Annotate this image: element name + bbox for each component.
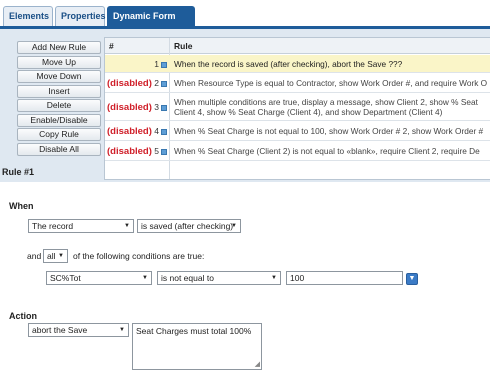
- drag-handle-icon[interactable]: [161, 61, 167, 68]
- dropdown-arrow-icon: ▼: [58, 253, 64, 259]
- insert-button[interactable]: Insert: [17, 84, 101, 98]
- disabled-label: (disabled): [107, 146, 152, 157]
- quantifier-value: all: [47, 251, 56, 261]
- rule-text: When Resource Type is equal to Contracto…: [174, 78, 488, 88]
- condition-field-select[interactable]: SC%Tot ▼: [46, 271, 152, 285]
- disabled-label: (disabled): [107, 78, 152, 89]
- table-row[interactable]: (disabled) 5 When % Seat Charge (Client …: [105, 142, 490, 161]
- action-message-textarea[interactable]: Seat Charges must total 100% ◢: [132, 323, 262, 370]
- drag-handle-icon[interactable]: [161, 104, 167, 111]
- rule-text: When % Seat Charge is not equal to 100, …: [174, 126, 484, 136]
- action-type-value: abort the Save: [32, 325, 88, 335]
- rule-text-continued: Client 4, show % Seat Charge (Client 4),…: [174, 107, 443, 117]
- action-type-select[interactable]: abort the Save ▼: [28, 323, 129, 337]
- add-new-rule-button[interactable]: Add New Rule: [17, 41, 101, 54]
- disabled-label: (disabled): [107, 126, 152, 137]
- rules-panel: Add New Rule Move Up Move Down Insert De…: [0, 29, 490, 182]
- dropdown-arrow-icon: ▼: [124, 223, 130, 229]
- delete-button[interactable]: Delete: [17, 99, 101, 112]
- action-message-text: Seat Charges must total 100%: [136, 326, 252, 336]
- column-header-rule: Rule: [174, 41, 193, 51]
- subject-value: The record: [32, 221, 74, 231]
- condition-operator-select[interactable]: is not equal to ▼: [157, 271, 281, 285]
- enable-disable-button[interactable]: Enable/Disable: [17, 113, 101, 127]
- event-select[interactable]: is saved (after checking) ▼: [137, 219, 241, 233]
- tab-properties[interactable]: Properties: [55, 6, 106, 26]
- subject-select[interactable]: The record ▼: [28, 219, 134, 233]
- chevron-down-icon: ▼: [408, 275, 416, 282]
- and-label: and: [27, 251, 42, 261]
- condition-value-input[interactable]: 100: [286, 271, 403, 285]
- resize-grip-icon[interactable]: ◢: [255, 361, 260, 368]
- tab-strip: Elements Properties Dynamic Form Rules: [0, 0, 490, 39]
- table-row[interactable]: (disabled) 4 When % Seat Charge is not e…: [105, 122, 490, 141]
- rule-actions-toolbar: Add New Rule Move Up Move Down Insert De…: [17, 41, 101, 157]
- drag-handle-icon[interactable]: [161, 148, 167, 155]
- rule-text: When % Seat Charge (Client 2) is not equ…: [174, 146, 480, 156]
- rule-number: 1: [154, 59, 159, 69]
- table-row[interactable]: (disabled) 3 When multiple conditions ar…: [105, 94, 490, 121]
- dropdown-arrow-icon: ▼: [231, 223, 237, 229]
- move-down-button[interactable]: Move Down: [17, 70, 101, 83]
- tab-elements[interactable]: Elements: [3, 6, 53, 26]
- table-row[interactable]: (disabled) 2 When Resource Type is equal…: [105, 74, 490, 93]
- conditions-label: of the following conditions are true:: [73, 251, 205, 261]
- quantifier-select[interactable]: all ▼: [43, 249, 68, 263]
- action-heading: Action: [9, 311, 37, 321]
- dropdown-arrow-icon: ▼: [142, 275, 148, 281]
- rule-title: Rule #1: [2, 167, 35, 177]
- drag-handle-icon[interactable]: [161, 80, 167, 87]
- condition-value-text: 100: [290, 273, 305, 283]
- table-row[interactable]: 1 When the record is saved (after checki…: [105, 55, 490, 73]
- disable-all-button[interactable]: Disable All: [17, 142, 101, 156]
- rule-number: 3: [154, 102, 159, 112]
- copy-rule-button[interactable]: Copy Rule: [17, 128, 101, 141]
- rule-text: When the record is saved (after checking…: [174, 59, 403, 69]
- move-up-button[interactable]: Move Up: [17, 55, 101, 69]
- rule-number: 2: [154, 78, 159, 88]
- event-value: is saved (after checking): [141, 221, 234, 231]
- condition-field-value: SC%Tot: [50, 273, 81, 283]
- value-picker-button[interactable]: ▼: [406, 273, 418, 285]
- tab-dynamic-form-rules[interactable]: Dynamic Form Rules: [107, 6, 195, 39]
- rules-table-header: # Rule: [105, 38, 490, 54]
- rule-number: 4: [154, 126, 159, 136]
- dropdown-arrow-icon: ▼: [119, 327, 125, 333]
- column-header-number: #: [109, 41, 114, 51]
- disabled-label: (disabled): [107, 102, 152, 113]
- when-heading: When: [9, 201, 34, 211]
- dropdown-arrow-icon: ▼: [271, 275, 277, 281]
- condition-operator-value: is not equal to: [161, 273, 214, 283]
- rule-number: 5: [154, 146, 159, 156]
- drag-handle-icon[interactable]: [161, 128, 167, 135]
- rule-text: When multiple conditions are true, displ…: [174, 97, 478, 107]
- rules-table: # Rule 1 When the record is saved (after…: [104, 37, 490, 180]
